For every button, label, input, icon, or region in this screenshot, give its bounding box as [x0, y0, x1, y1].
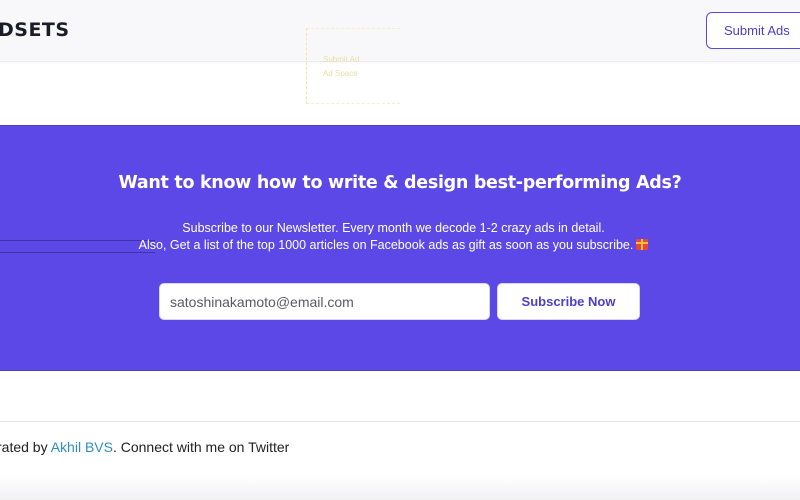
- newsletter-description: Subscribe to our Newsletter. Every month…: [0, 220, 787, 254]
- footer-divider: [0, 421, 800, 422]
- submit-ads-button[interactable]: Submit Ads: [706, 12, 800, 49]
- author-link[interactable]: Akhil BVS: [51, 439, 113, 455]
- ad-placeholder-line-2: Ad Space: [323, 69, 358, 78]
- bottom-fade: [0, 476, 800, 500]
- page: DSETS Submit Ads Submit Ad Ad Space Want…: [0, 0, 800, 500]
- footer-suffix: . Connect with me on Twitter: [112, 439, 290, 455]
- brand-logo-text[interactable]: DSETS: [0, 19, 70, 41]
- footer-prefix: rated by: [0, 439, 51, 455]
- ad-placeholder-line-1: Submit Ad: [323, 55, 360, 64]
- footer-credit: rated by Akhil BVS. Connect with me on T…: [0, 439, 289, 455]
- newsletter-line-2-wrap: Also, Get a list of the top 1000 article…: [0, 237, 787, 254]
- newsletter-title: Want to know how to write & design best-…: [118, 173, 682, 193]
- newsletter-line-1: Subscribe to our Newsletter. Every month…: [182, 221, 605, 235]
- gift-icon: [636, 239, 649, 250]
- newsletter-section: Want to know how to write & design best-…: [0, 125, 800, 371]
- email-input[interactable]: [159, 283, 490, 320]
- site-header: DSETS Submit Ads: [0, 0, 800, 62]
- subscribe-now-button[interactable]: Subscribe Now: [497, 283, 640, 320]
- newsletter-line-2: Also, Get a list of the top 1000 article…: [138, 238, 634, 252]
- ad-placeholder: Submit Ad Ad Space: [306, 28, 400, 104]
